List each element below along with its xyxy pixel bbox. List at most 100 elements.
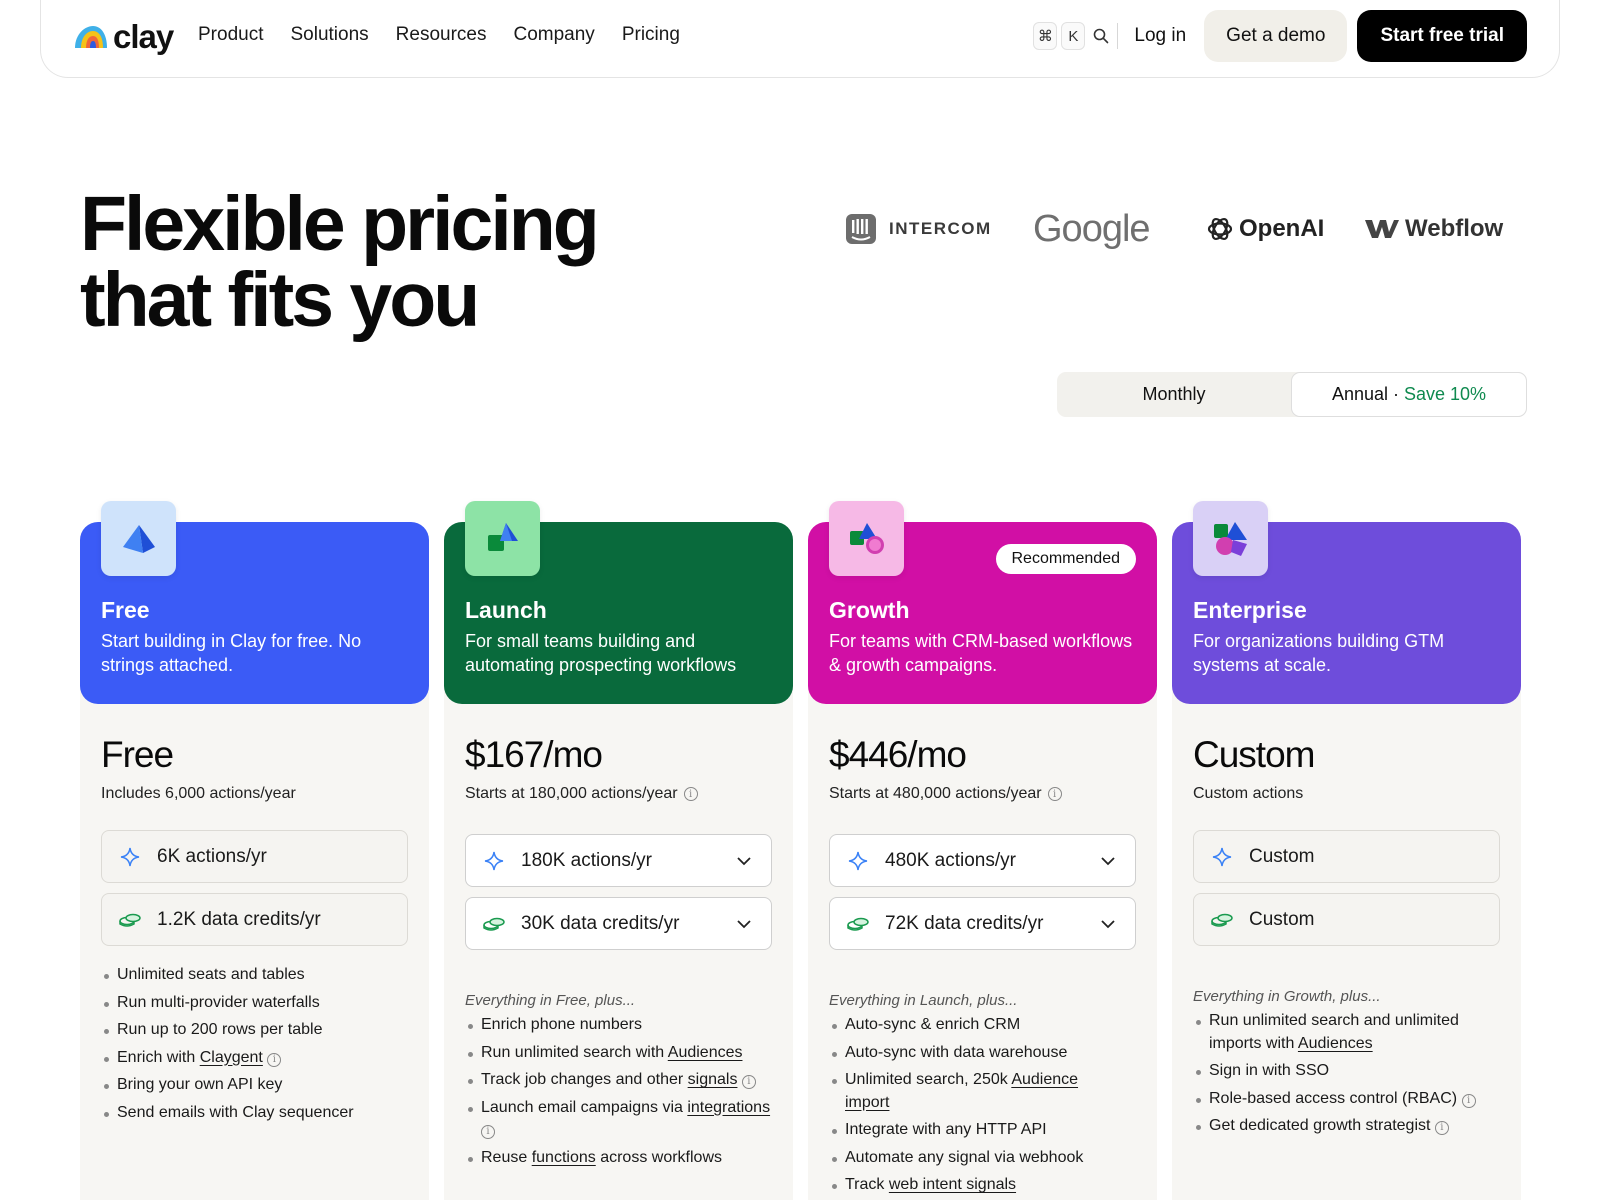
plan-subtitle: Includes 6,000 actions/year: [101, 785, 296, 803]
feature-item: Run unlimited search with Audiences: [465, 1042, 775, 1065]
nav-link-pricing[interactable]: Pricing: [622, 24, 680, 46]
feature-text: Run multi-provider waterfalls: [117, 993, 320, 1011]
web-intent-signals-link[interactable]: web intent signals: [889, 1176, 1016, 1193]
plan-price: Free: [101, 734, 174, 775]
feature-item: Launch email campaigns via integrations i: [465, 1097, 775, 1142]
feature-text: Track: [845, 1176, 889, 1193]
feature-text: Run unlimited search with: [481, 1043, 668, 1061]
feature-list: Unlimited seats and tables Run multi-pro…: [101, 964, 411, 1129]
integrations-link[interactable]: integrations: [687, 1099, 770, 1116]
info-icon[interactable]: i: [1047, 787, 1062, 801]
credits-field: 1.2K data credits/yr: [101, 893, 408, 946]
feature-text: Sign in with SSO: [1209, 1062, 1330, 1079]
plan-card-launch: Launch For small teams building and auto…: [444, 501, 793, 1200]
actions-value: 180K actions/yr: [521, 849, 652, 871]
feature-text: across workflows: [595, 1148, 722, 1166]
annual-discount-label: Save 10%: [1404, 384, 1487, 404]
info-icon[interactable]: i: [683, 787, 698, 801]
feature-item: Run multi-provider waterfalls: [101, 992, 411, 1015]
feature-text: Unlimited seats and tables: [117, 966, 305, 983]
feature-text: Auto-sync & enrich CRM: [845, 1016, 1021, 1033]
nav-link-company[interactable]: Company: [513, 24, 594, 46]
plan-name: Free: [101, 597, 150, 623]
intercom-icon: [846, 214, 876, 244]
feature-list: Enrich phone numbers Run unlimited searc…: [465, 1014, 775, 1174]
feature-text: Enrich with: [117, 1048, 200, 1066]
plan-subtitle-text: Starts at 180,000 actions/year: [465, 785, 678, 802]
actions-field: 6K actions/yr: [101, 830, 408, 883]
chevron-down-icon: [737, 920, 751, 929]
get-demo-button[interactable]: Get a demo: [1204, 10, 1348, 62]
billing-annual-option[interactable]: Annual · Save 10%: [1291, 372, 1527, 417]
openai-wordmark: OpenAI: [1239, 215, 1325, 242]
billing-toggle: Monthly Annual · Save 10%: [1057, 372, 1527, 417]
feature-text: Run up to 200 rows per table: [117, 1021, 323, 1038]
nav-link-product[interactable]: Product: [198, 24, 263, 46]
openai-logo: OpenAI: [1205, 204, 1324, 254]
plan-header-enterprise: Enterprise For organizations building GT…: [1172, 501, 1521, 704]
plan-subtitle-text: Includes 6,000 actions/year: [101, 785, 296, 802]
logo-text: clay: [113, 18, 174, 55]
signals-link[interactable]: signals: [688, 1071, 738, 1088]
credits-select[interactable]: 30K data credits/yr: [465, 897, 772, 950]
webflow-logo: Webflow: [1365, 204, 1503, 254]
feature-item: Run up to 200 rows per table: [101, 1019, 411, 1042]
audiences-link[interactable]: Audiences: [1298, 1035, 1373, 1052]
search-icon[interactable]: [1093, 28, 1109, 44]
actions-value: 6K actions/yr: [157, 845, 267, 867]
page-title: Flexible pricing that fits you: [80, 186, 700, 339]
billing-monthly-option[interactable]: Monthly: [1057, 372, 1291, 417]
shapes-icon: [849, 522, 884, 554]
plan-intro: Everything in Free, plus...: [465, 992, 636, 1009]
coins-icon: [483, 917, 505, 931]
claygent-link[interactable]: Claygent: [200, 1049, 263, 1066]
functions-link[interactable]: functions: [532, 1149, 596, 1166]
actions-value: Custom: [1249, 845, 1315, 867]
plan-header-growth: Recommended Growth For teams with CRM-ba…: [808, 501, 1157, 704]
info-icon[interactable]: i: [741, 1075, 756, 1090]
plan-card-free: Free Start building in Clay for free. No…: [80, 501, 429, 1200]
coins-icon: [1211, 913, 1233, 927]
actions-field: Custom: [1193, 830, 1500, 883]
openai-icon: [1207, 217, 1233, 241]
feature-item: Auto-sync with data warehouse: [829, 1042, 1139, 1065]
coins-icon: [119, 913, 141, 927]
feature-text: Send emails with Clay sequencer: [117, 1103, 354, 1121]
credits-select[interactable]: 72K data credits/yr: [829, 897, 1136, 950]
chevron-down-icon: [1101, 920, 1115, 929]
info-icon[interactable]: i: [481, 1125, 495, 1140]
nav-link-resources[interactable]: Resources: [396, 24, 487, 46]
feature-item: Track web intent signals: [829, 1174, 1139, 1197]
credits-value: Custom: [1249, 908, 1315, 930]
feature-text: Auto-sync with data warehouse: [845, 1043, 1068, 1061]
feature-item: Run unlimited search and unlimited impor…: [1193, 1010, 1478, 1055]
prism-icon: [122, 524, 155, 553]
shapes-icon: [1213, 521, 1247, 556]
clay-logo[interactable]: clay: [73, 18, 174, 56]
webflow-icon: [1365, 220, 1399, 238]
recommended-badge: Recommended: [995, 544, 1136, 574]
feature-text: Get dedicated growth strategist: [1209, 1117, 1431, 1134]
actions-select[interactable]: 180K actions/yr: [465, 834, 772, 887]
k-key-hint: K: [1061, 22, 1086, 50]
start-free-trial-button[interactable]: Start free trial: [1357, 10, 1527, 62]
info-icon[interactable]: i: [1434, 1121, 1449, 1136]
info-icon[interactable]: i: [1461, 1093, 1476, 1108]
nav-link-solutions[interactable]: Solutions: [290, 24, 368, 46]
credits-value: 72K data credits/yr: [885, 912, 1044, 934]
info-icon[interactable]: i: [267, 1052, 282, 1067]
nav-divider: [1117, 23, 1119, 49]
feature-item: Bring your own API key: [101, 1074, 411, 1097]
feature-text: Reuse: [481, 1148, 532, 1166]
plan-description: For small teams building and automating …: [465, 631, 737, 675]
audiences-link[interactable]: Audiences: [668, 1044, 743, 1061]
feature-item: Reuse functions across workflows: [465, 1147, 775, 1170]
clay-logo-icon: [75, 26, 107, 48]
plan-description: Start building in Clay for free. No stri…: [101, 631, 362, 675]
login-link[interactable]: Log in: [1134, 25, 1186, 47]
plan-card-enterprise: Enterprise For organizations building GT…: [1172, 501, 1521, 1200]
feature-item: Integrate with any HTTP API: [829, 1119, 1139, 1142]
nav-actions: ⌘ K Log in Get a demo Start free trial: [1033, 10, 1527, 62]
plan-subtitle-text: Starts at 480,000 actions/year: [829, 785, 1042, 802]
actions-select[interactable]: 480K actions/yr: [829, 834, 1136, 887]
